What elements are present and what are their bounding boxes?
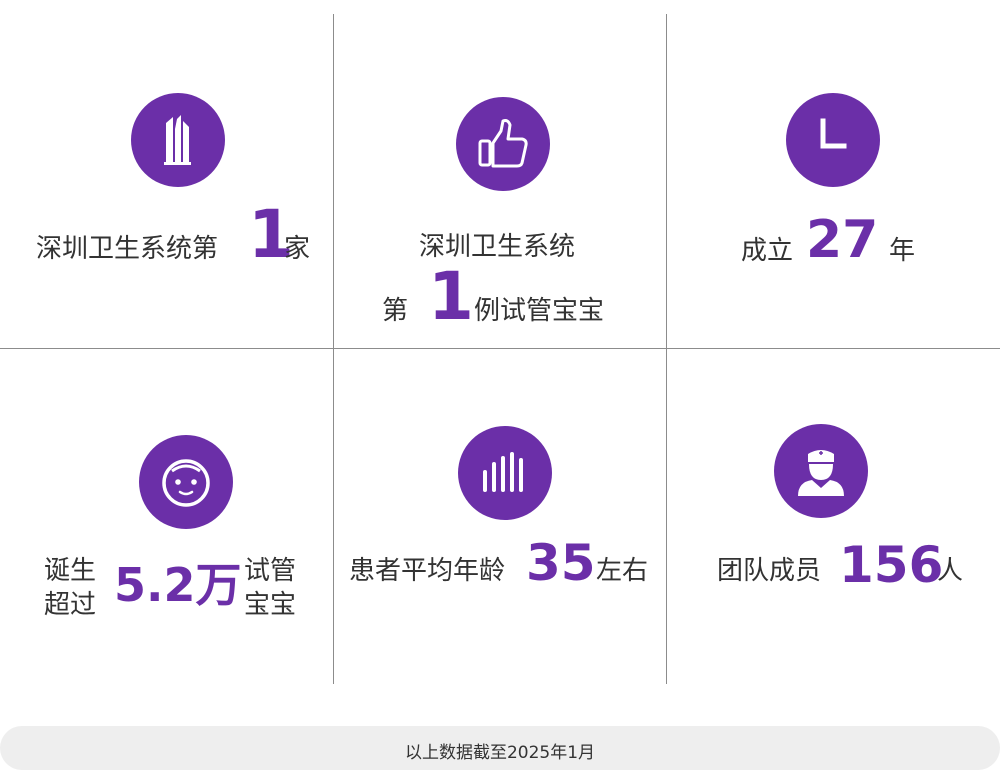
stat-2-number: 1 [428, 258, 474, 335]
data-date-note-text: 以上数据截至2025年1月 [404, 743, 596, 763]
data-date-note: 以上数据截至2025年1月 [0, 726, 1000, 770]
stat-4-suffix-line2: 宝宝 [244, 590, 297, 620]
stat-5-number: 35 [526, 534, 596, 592]
stat-2-line1: 深圳卫生系统 [419, 232, 576, 262]
stat-4-number: 5.2万 [114, 558, 242, 612]
stat-4-suffix-line1: 试管 [244, 556, 297, 586]
stat-3-prefix: 成立 [741, 236, 794, 266]
stat-1-prefix: 深圳卫生系统第 [36, 234, 219, 264]
stat-6-suffix: 人 [937, 556, 964, 586]
stat-6-prefix: 团队成员 [717, 556, 822, 586]
stat-3-number: 27 [806, 210, 879, 270]
divider-horizontal [0, 348, 1000, 349]
stat-4-prefix-line1: 诞生 [44, 556, 97, 586]
bar-chart-icon [458, 426, 552, 520]
stat-1-suffix: 家 [284, 234, 311, 264]
stat-5-prefix: 患者平均年龄 [349, 556, 506, 586]
thumbs-up-icon [456, 97, 550, 191]
stats-page: 深圳卫生系统第 1 家 深圳卫生系统 第 1 例试管宝宝 成立 27 年 诞生 … [0, 0, 1000, 782]
stat-5-suffix: 左右 [596, 556, 649, 586]
building-icon [131, 93, 225, 187]
stat-2-prefix: 第 [382, 296, 409, 326]
divider-vertical-1 [333, 14, 334, 684]
divider-vertical-2 [666, 14, 667, 684]
stat-4-prefix-line2: 超过 [44, 590, 97, 620]
stat-2-suffix: 例试管宝宝 [474, 296, 605, 326]
clock-icon [786, 93, 880, 187]
stat-3-suffix: 年 [889, 236, 916, 266]
doctor-icon [774, 424, 868, 518]
stat-6-number: 156 [839, 536, 944, 594]
baby-face-icon [139, 435, 233, 529]
